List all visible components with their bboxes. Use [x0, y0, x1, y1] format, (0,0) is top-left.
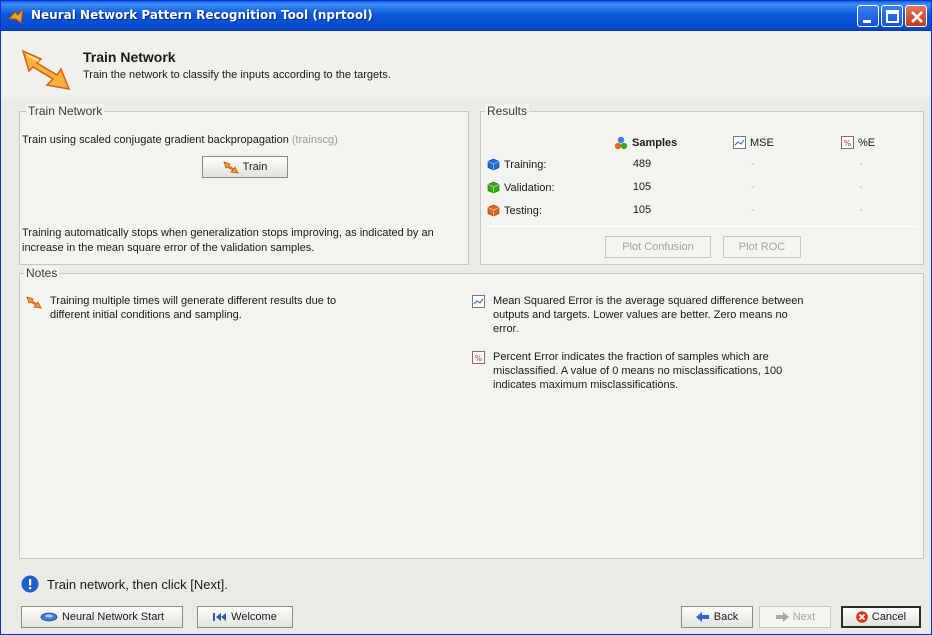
- train-button[interactable]: Train: [202, 156, 288, 178]
- info-icon: [21, 575, 39, 593]
- percent-error-label: %E: [858, 136, 876, 149]
- panel-title: Train Network: [26, 104, 105, 118]
- page-title: Train Network: [83, 49, 176, 65]
- cancel-label: Cancel: [871, 611, 907, 623]
- training-cube-icon: [487, 158, 500, 171]
- page-subtitle: Train the network to classify the inputs…: [83, 69, 391, 81]
- training-method-label: Train using scaled conjugate gradient ba…: [22, 134, 289, 146]
- title-bar[interactable]: Neural Network Pattern Recognition Tool …: [1, 1, 931, 31]
- mse-icon: [733, 136, 746, 149]
- validation-row: Validation:: [487, 181, 555, 194]
- results-panel: Results Samples MSE % %E Training: Valid…: [480, 104, 924, 265]
- svg-text:%: %: [475, 354, 483, 363]
- cancel-icon: [856, 611, 868, 623]
- testing-mse-value: -: [751, 204, 755, 216]
- mse-label: MSE: [750, 136, 774, 149]
- percent-error-icon: %: [472, 351, 485, 364]
- minimize-icon: [863, 20, 871, 23]
- divider: [487, 226, 917, 227]
- network-icon: [40, 612, 58, 622]
- notes-panel: Notes Training multiple times will gener…: [19, 266, 924, 559]
- neural-network-start-label: Neural Network Start: [61, 611, 165, 623]
- back-arrow-icon: [695, 612, 709, 622]
- svg-text:%: %: [844, 139, 852, 148]
- mse-icon: [472, 295, 485, 308]
- training-label: Training:: [504, 158, 547, 171]
- note-item: Mean Squared Error is the average square…: [472, 294, 812, 336]
- train-button-label: Train: [242, 161, 268, 173]
- minimize-button[interactable]: [857, 5, 879, 27]
- mse-column-header: MSE: [733, 136, 774, 149]
- training-samples-value: 489: [632, 158, 652, 170]
- next-button[interactable]: Next: [759, 606, 831, 628]
- welcome-button[interactable]: Welcome: [197, 606, 293, 628]
- train-arrow-icon: [223, 161, 239, 174]
- training-stop-description: Training automatically stops when genera…: [22, 227, 434, 254]
- maximize-button[interactable]: [881, 5, 903, 27]
- training-method: Train using scaled conjugate gradient ba…: [22, 134, 338, 146]
- plot-roc-button[interactable]: Plot ROC: [723, 236, 801, 258]
- note-item: Training multiple times will generate di…: [26, 294, 366, 322]
- training-mse-value: -: [751, 158, 755, 170]
- welcome-label: Welcome: [231, 611, 277, 623]
- training-function-name: (trainscg): [291, 134, 338, 146]
- close-icon: [911, 11, 923, 23]
- note-text: Percent Error indicates the fraction of …: [493, 351, 783, 391]
- rewind-icon: [213, 613, 227, 621]
- back-button[interactable]: Back: [681, 606, 753, 628]
- validation-mse-value: -: [751, 181, 755, 193]
- close-button[interactable]: [905, 5, 927, 27]
- window-title: Neural Network Pattern Recognition Tool …: [31, 8, 373, 22]
- training-row: Training:: [487, 158, 546, 171]
- panel-title: Notes: [24, 266, 60, 280]
- next-label: Next: [792, 611, 816, 623]
- testing-percent-error-value: -: [859, 204, 863, 216]
- neural-network-start-button[interactable]: Neural Network Start: [21, 606, 183, 628]
- plot-confusion-button[interactable]: Plot Confusion: [605, 236, 711, 258]
- cancel-button[interactable]: Cancel: [841, 606, 921, 628]
- status-message: Train network, then click [Next].: [21, 575, 228, 593]
- validation-label: Validation:: [504, 181, 555, 194]
- samples-column-header: Samples: [614, 136, 677, 150]
- back-label: Back: [713, 611, 739, 623]
- validation-percent-error-value: -: [859, 181, 863, 193]
- panel-title: Results: [485, 104, 530, 118]
- note-item: % Percent Error indicates the fraction o…: [472, 350, 802, 392]
- note-text: Training multiple times will generate di…: [50, 295, 337, 321]
- testing-samples-value: 105: [632, 204, 652, 216]
- testing-cube-icon: [487, 204, 500, 217]
- samples-label: Samples: [632, 137, 678, 149]
- validation-cube-icon: [487, 181, 500, 194]
- train-network-panel: Train Network Train using scaled conjuga…: [19, 104, 469, 265]
- train-arrow-icon: [26, 296, 42, 309]
- train-arrow-icon: [21, 49, 71, 90]
- note-text: Mean Squared Error is the average square…: [493, 295, 804, 335]
- samples-icon: [614, 136, 628, 150]
- percent-error-column-header: % %E: [841, 136, 875, 149]
- matlab-logo-icon: [7, 7, 24, 24]
- training-percent-error-value: -: [859, 158, 863, 170]
- percent-error-icon: %: [841, 136, 854, 149]
- app-window: Neural Network Pattern Recognition Tool …: [0, 0, 932, 635]
- testing-label: Testing:: [504, 204, 542, 217]
- testing-row: Testing:: [487, 204, 542, 217]
- status-text: Train network, then click [Next].: [47, 576, 228, 592]
- validation-samples-value: 105: [632, 181, 652, 193]
- maximize-icon: [886, 10, 899, 23]
- next-arrow-icon: [775, 612, 789, 622]
